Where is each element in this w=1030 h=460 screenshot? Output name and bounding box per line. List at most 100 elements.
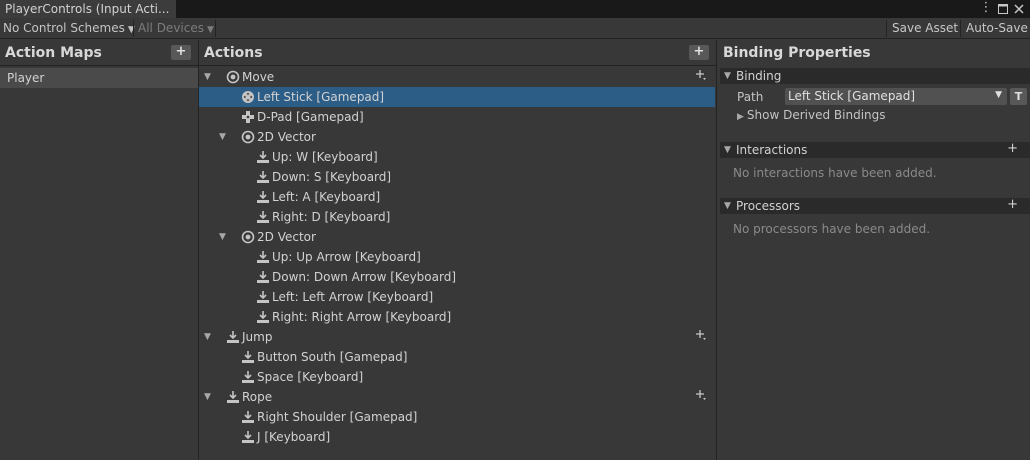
binding-row[interactable]: Right Shoulder [Gamepad] xyxy=(199,407,715,427)
binding-row[interactable]: Up: W [Keyboard] xyxy=(199,147,715,167)
foldout-expanded-icon[interactable]: ▼ xyxy=(204,392,211,402)
actions-header: Actions + xyxy=(199,40,716,66)
processors-section-label: Processors xyxy=(736,199,801,213)
binding-row[interactable]: D-Pad [Gamepad] xyxy=(199,107,715,127)
foldout-expanded-icon: ▼ xyxy=(724,201,731,211)
button-binding-icon xyxy=(256,270,270,284)
window-tab[interactable]: PlayerControls (Input Acti... xyxy=(0,0,176,18)
binding-row[interactable]: Space [Keyboard] xyxy=(199,367,715,387)
binding-row[interactable]: Right: Right Arrow [Keyboard] xyxy=(199,307,715,327)
button-binding-icon xyxy=(256,190,270,204)
row-label: Rope xyxy=(242,390,273,404)
composite-row[interactable]: ▼ 2D Vector xyxy=(199,227,715,247)
row-label: Up: W [Keyboard] xyxy=(272,150,378,164)
chevron-down-icon: ▼ xyxy=(206,25,214,35)
row-label: Space [Keyboard] xyxy=(257,370,364,384)
processors-section-header[interactable]: ▼ Processors + xyxy=(720,197,1030,214)
foldout-expanded-icon[interactable]: ▼ xyxy=(204,332,211,342)
binding-row[interactable]: Up: Up Arrow [Keyboard] xyxy=(199,247,715,267)
action-maps-title: Action Maps xyxy=(5,45,102,61)
row-label: Right: Right Arrow [Keyboard] xyxy=(272,310,452,324)
row-label: 2D Vector xyxy=(257,230,316,244)
button-binding-icon xyxy=(226,330,240,344)
more-options-icon[interactable]: ⋮ xyxy=(979,0,993,18)
row-label: Left Stick [Gamepad] xyxy=(257,90,385,104)
toolbar: No Control Schemes ▼ All Devices ▼ Save As… xyxy=(0,18,1030,39)
processors-empty-text: No processors have been added. xyxy=(733,222,931,236)
action-target-icon xyxy=(241,230,255,244)
button-binding-icon xyxy=(256,150,270,164)
interactions-empty-text: No interactions have been added. xyxy=(733,166,937,180)
add-action-button[interactable]: + xyxy=(689,45,709,60)
action-row[interactable]: ▼ Move xyxy=(199,67,715,87)
close-icon[interactable] xyxy=(1012,0,1026,18)
foldout-collapsed-icon: ▶ xyxy=(737,112,744,122)
action-maps-header: Action Maps + xyxy=(0,40,198,66)
button-binding-icon xyxy=(256,210,270,224)
binding-row[interactable]: J [Keyboard] xyxy=(199,427,715,447)
row-label: Move xyxy=(242,70,275,84)
binding-row[interactable]: Left: Left Arrow [Keyboard] xyxy=(199,287,715,307)
binding-row[interactable]: Left: A [Keyboard] xyxy=(199,187,715,207)
add-processor-button[interactable]: + xyxy=(1007,197,1018,212)
row-label: Left: Left Arrow [Keyboard] xyxy=(272,290,434,304)
row-label: Down: S [Keyboard] xyxy=(272,170,392,184)
action-maps-panel: Action Maps + Player xyxy=(0,40,198,460)
button-binding-icon xyxy=(241,370,255,384)
action-row[interactable]: ▼ Rope xyxy=(199,387,715,407)
add-binding-icon[interactable] xyxy=(695,329,707,345)
interactions-section-label: Interactions xyxy=(736,143,808,157)
button-binding-icon xyxy=(241,410,255,424)
composite-row[interactable]: ▼ 2D Vector xyxy=(199,127,715,147)
button-binding-icon xyxy=(226,390,240,404)
row-label: Down: Down Arrow [Keyboard] xyxy=(272,270,457,284)
binding-row[interactable]: Down: Down Arrow [Keyboard] xyxy=(199,267,715,287)
add-interaction-button[interactable]: + xyxy=(1007,141,1018,156)
action-target-icon xyxy=(226,70,240,84)
show-derived-bindings-foldout[interactable]: ▶ Show Derived Bindings xyxy=(737,108,886,122)
row-label: Right Shoulder [Gamepad] xyxy=(257,410,418,424)
foldout-expanded-icon: ▼ xyxy=(724,71,731,81)
binding-section-label: Binding xyxy=(736,69,782,83)
row-label: Left: A [Keyboard] xyxy=(272,190,381,204)
binding-properties-title: Binding Properties xyxy=(723,45,871,61)
toolbar-separator xyxy=(886,20,887,37)
foldout-expanded-icon[interactable]: ▼ xyxy=(204,72,211,82)
binding-row[interactable]: Down: S [Keyboard] xyxy=(199,167,715,187)
path-dropdown[interactable]: Left Stick [Gamepad] ▼ xyxy=(785,88,1007,105)
devices-dropdown[interactable]: All Devices ▼ xyxy=(135,19,218,38)
text-mode-toggle-button[interactable]: T xyxy=(1010,88,1027,105)
add-binding-icon[interactable] xyxy=(695,69,707,85)
row-label: Right: D [Keyboard] xyxy=(272,210,391,224)
toolbar-separator xyxy=(133,20,134,37)
interactions-section-header[interactable]: ▼ Interactions + xyxy=(720,141,1030,158)
button-binding-icon xyxy=(256,290,270,304)
row-label: Up: Up Arrow [Keyboard] xyxy=(272,250,421,264)
button-binding-icon xyxy=(241,350,255,364)
action-map-item-player[interactable]: Player xyxy=(0,68,198,88)
path-value: Left Stick [Gamepad] xyxy=(788,89,916,103)
binding-section-header[interactable]: ▼ Binding xyxy=(720,68,1030,84)
row-label: D-Pad [Gamepad] xyxy=(257,110,364,124)
row-label: 2D Vector xyxy=(257,130,316,144)
devices-label: All Devices xyxy=(138,21,204,35)
add-binding-icon[interactable] xyxy=(695,389,707,405)
maximize-icon[interactable] xyxy=(996,0,1010,18)
window-tab-title: PlayerControls (Input Acti... xyxy=(5,2,170,16)
binding-row[interactable]: Left Stick [Gamepad] xyxy=(199,87,715,107)
foldout-expanded-icon[interactable]: ▼ xyxy=(219,232,226,242)
control-schemes-dropdown[interactable]: No Control Schemes ▼ xyxy=(0,19,139,38)
foldout-expanded-icon[interactable]: ▼ xyxy=(219,132,226,142)
binding-row[interactable]: Button South [Gamepad] xyxy=(199,347,715,367)
binding-properties-header: Binding Properties xyxy=(717,40,1030,66)
chevron-down-icon: ▼ xyxy=(995,90,1002,100)
actions-title: Actions xyxy=(204,45,263,61)
toolbar-separator xyxy=(215,20,216,37)
add-action-map-button[interactable]: + xyxy=(171,45,191,60)
window-tab-bar: PlayerControls (Input Acti... ⋮ xyxy=(0,0,1030,18)
save-asset-button[interactable]: Save Asset xyxy=(888,19,962,38)
toolbar-separator xyxy=(960,20,961,37)
binding-row[interactable]: Right: D [Keyboard] xyxy=(199,207,715,227)
auto-save-toggle[interactable]: Auto-Save xyxy=(962,19,1030,38)
action-row[interactable]: ▼ Jump xyxy=(199,327,715,347)
